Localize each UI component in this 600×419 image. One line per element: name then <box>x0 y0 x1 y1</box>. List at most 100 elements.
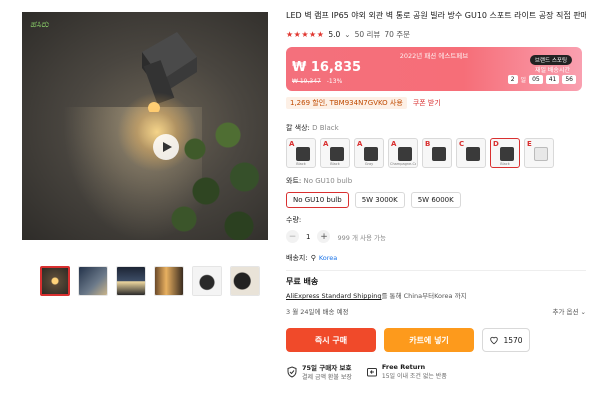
product-info-panel: LED 벽 램프 IP65 야외 외관 벽 통로 공원 빌라 방수 GU10 스… <box>286 10 586 381</box>
quantity-stepper: − 1 + 999 개 사용 가능 <box>286 230 586 243</box>
wattage-option-no-bulb[interactable]: No GU10 bulb <box>286 192 349 208</box>
guarantees-row: 75일 구매자 보호 결제 금액 환불 보장 Free Return 15일 이… <box>286 362 586 381</box>
color-option-letter: E <box>527 140 532 148</box>
color-option[interactable]: B <box>422 138 452 168</box>
delivery-estimate-row: 3 월 24일에 배송 예정 추가 옵션 ⌄ <box>286 306 586 316</box>
lamp-thumbnail-icon <box>296 147 310 161</box>
buy-now-button[interactable]: 즉시 구매 <box>286 328 376 352</box>
shipping-title: 무료 배송 <box>286 277 319 286</box>
lamp-thumbnail-icon <box>432 147 446 161</box>
plant-foliage <box>162 107 268 240</box>
thumbnail-3[interactable] <box>116 266 146 296</box>
color-option-caption: Champagne-Cold <box>390 162 416 166</box>
ship-to-label: 배송지: <box>286 254 308 262</box>
thumbnail-2[interactable] <box>78 266 108 296</box>
wishlist-button[interactable]: 1570 <box>482 328 530 352</box>
video-play-button[interactable] <box>153 134 179 160</box>
ship-to-country[interactable]: Korea <box>319 254 337 262</box>
chevron-down-icon[interactable]: ⌄ <box>344 30 350 39</box>
return-box-icon <box>366 367 377 376</box>
color-option-selected[interactable]: D Black <box>490 138 520 168</box>
order-count: 70 주문 <box>384 30 411 39</box>
delivery-estimate: 3 월 24일에 배송 예정 <box>286 308 349 316</box>
thumbnail-5[interactable] <box>192 266 222 296</box>
wattage-option-3000k[interactable]: 5W 3000K <box>354 192 405 208</box>
color-option-letter: A <box>391 140 397 148</box>
free-return[interactable]: Free Return 15일 이내 조건 없는 반품 <box>366 362 447 381</box>
thumbnail-6[interactable] <box>230 266 260 296</box>
deal-countdown-label: 재일 배송시간 <box>534 67 570 74</box>
wattage-section-label: 와트: No GU10 bulb <box>286 176 586 186</box>
brand-logo: ಹಸಿರು <box>30 20 49 30</box>
action-buttons: 즉시 구매 카트에 넣기 1570 <box>286 328 586 352</box>
ship-to-row: 배송지: ⚲ Korea <box>286 253 586 263</box>
discount-percent: -13% <box>326 78 343 85</box>
more-shipping-options-link[interactable]: 추가 옵션 ⌄ <box>553 306 587 316</box>
color-section-label: 칼 색상: D Black <box>286 123 586 133</box>
color-option[interactable]: C <box>456 138 486 168</box>
shipping-route: 를 통해 China부터Korea 까지 <box>381 292 467 300</box>
deal-tag: 브랜드 스포팅 <box>529 55 572 65</box>
quantity-value[interactable]: 1 <box>306 233 310 241</box>
main-product-image[interactable]: ಹಸಿರು <box>22 12 268 240</box>
current-price: ₩ 16,835 <box>292 60 362 75</box>
shipping-method[interactable]: AliExpress Standard Shipping <box>286 292 382 300</box>
lamp-thumbnail-icon <box>534 147 548 161</box>
wishlist-count: 1570 <box>503 335 523 345</box>
color-option-caption: Black <box>296 162 306 166</box>
wattage-label: 와트: <box>286 177 302 185</box>
color-options: A Black A Black A Gray A Champagne-Cold … <box>286 138 556 168</box>
color-selected-value: D Black <box>312 124 339 132</box>
lamp-thumbnail-icon <box>500 147 514 161</box>
increase-quantity-button[interactable]: + <box>317 230 331 243</box>
coupon-row: 1,269 할인, TBM934N7GVKO 사용 쿠폰 받기 <box>286 97 586 109</box>
color-option-letter: D <box>493 140 499 148</box>
color-option[interactable]: A Black <box>286 138 316 168</box>
color-option-letter: A <box>289 140 295 148</box>
color-option[interactable]: A Champagne-Cold <box>388 138 418 168</box>
shipping-description: AliExpress Standard Shipping를 통해 China부터… <box>286 290 586 300</box>
rating-row: ★★★★★ 5.0 ⌄ 50 리뷰 70 주문 <box>286 29 586 40</box>
lamp-thumbnail-icon <box>466 147 480 161</box>
original-price: ₩ 19,347 <box>292 78 321 85</box>
color-option[interactable]: A Black <box>320 138 350 168</box>
product-title: LED 벽 램프 IP65 야외 외관 벽 통로 공원 빌라 방수 GU10 스… <box>286 11 586 20</box>
timer-hours: 05 <box>529 75 543 84</box>
buyer-protection[interactable]: 75일 구매자 보호 결제 금액 환불 보장 <box>286 362 352 381</box>
lamp-thumbnail-icon <box>330 147 344 161</box>
color-option-caption: Black <box>330 162 340 166</box>
color-option-caption: Black <box>500 162 510 166</box>
thumbnail-4[interactable] <box>154 266 184 296</box>
available-stock: 999 개 사용 가능 <box>337 233 386 242</box>
thumbnail-1[interactable] <box>40 266 70 296</box>
wattage-option-6000k[interactable]: 5W 6000K <box>410 192 461 208</box>
lamp-thumbnail-icon <box>398 147 412 161</box>
decrease-quantity-button[interactable]: − <box>286 230 299 243</box>
review-count[interactable]: 50 리뷰 <box>355 29 381 40</box>
color-option-caption: Gray <box>364 162 374 166</box>
color-option-letter: C <box>459 140 465 148</box>
coupon-code: 1,269 할인, TBM934N7GVKO 사용 <box>286 97 407 109</box>
timer-seconds: 56 <box>562 75 576 84</box>
add-to-cart-button[interactable]: 카트에 넣기 <box>384 328 474 352</box>
color-option-letter: B <box>425 140 431 148</box>
color-option[interactable]: E <box>524 138 554 168</box>
heart-icon <box>490 336 499 345</box>
wattage-selected-value: No GU10 bulb <box>303 177 353 185</box>
quantity-label: 수량: <box>286 216 302 224</box>
timer-day-unit: 일 <box>520 77 527 84</box>
play-icon <box>163 142 172 152</box>
color-option-letter: A <box>323 140 329 148</box>
get-coupon-link[interactable]: 쿠폰 받기 <box>413 98 441 108</box>
price-box: 2022년 패션 에스트페브 ₩ 16,835 ₩ 19,347 -13% 브랜… <box>286 47 582 91</box>
thumbnail-strip <box>40 266 260 296</box>
timer-days: 2 <box>507 75 518 84</box>
rating-score: 5.0 <box>328 30 341 39</box>
wattage-options: No GU10 bulb 5W 3000K 5W 6000K <box>286 192 586 208</box>
guarantee-subtitle: 15일 이내 조건 없는 반품 <box>381 373 447 380</box>
divider <box>286 270 586 271</box>
original-price-row: ₩ 19,347 -13% <box>292 78 342 85</box>
guarantee-title: Free Return <box>381 363 426 371</box>
color-option[interactable]: A Gray <box>354 138 384 168</box>
shield-icon <box>287 365 297 378</box>
